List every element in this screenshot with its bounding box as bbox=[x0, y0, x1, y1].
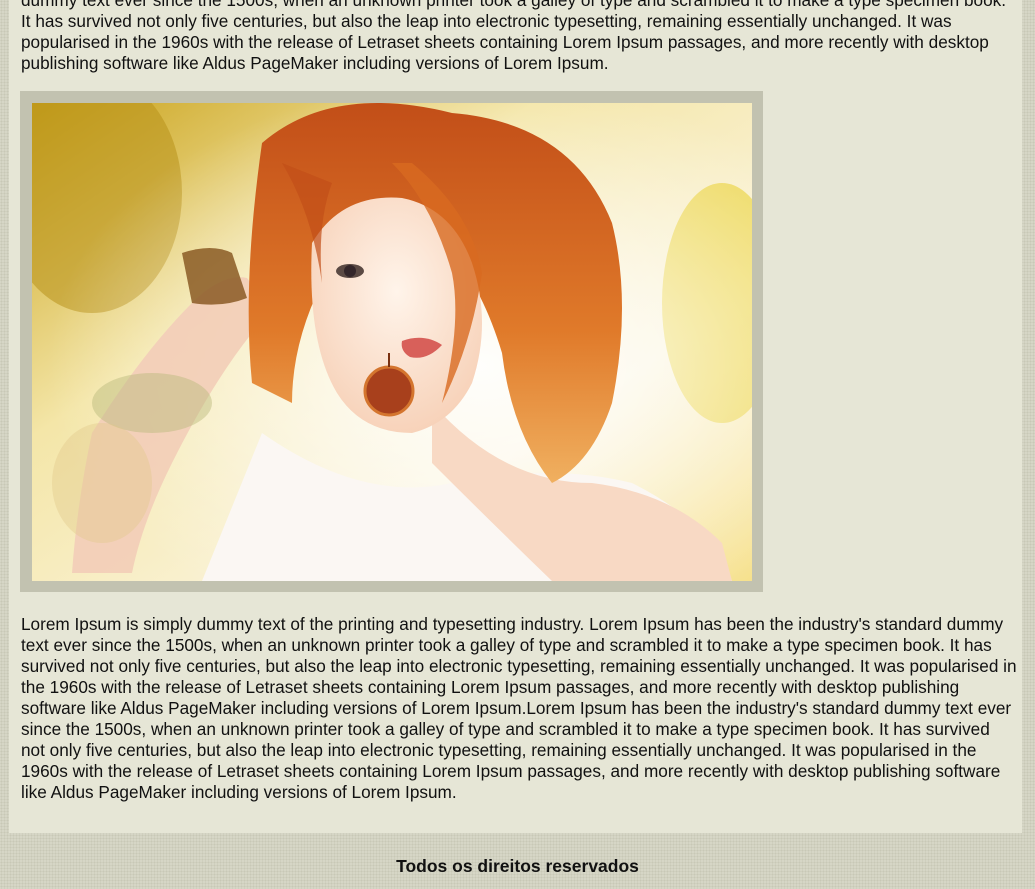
portrait-photo bbox=[32, 103, 752, 581]
body-paragraph: Lorem Ipsum is simply dummy text of the … bbox=[21, 614, 1017, 802]
portrait-illustration bbox=[32, 103, 752, 581]
intro-paragraph: dummy text ever since the 1500s, when an… bbox=[21, 0, 1006, 73]
main-content: dummy text ever since the 1500s, when an… bbox=[9, 0, 1022, 833]
image-frame bbox=[20, 91, 763, 592]
footer-copyright: Todos os direitos reservados bbox=[396, 856, 639, 876]
